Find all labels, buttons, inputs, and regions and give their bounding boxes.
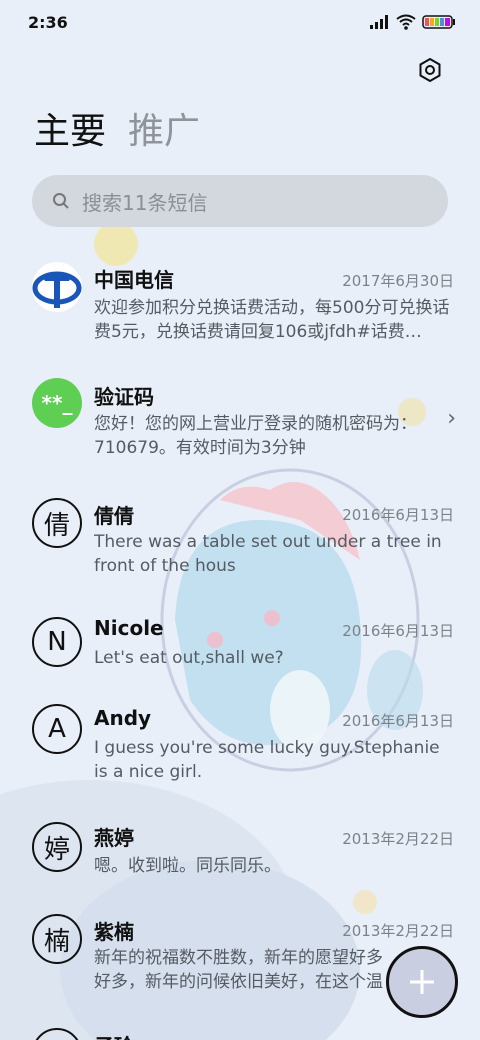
- conversation-date: 2016年6月13日: [342, 712, 454, 730]
- conversation-name: 子玲: [94, 1030, 134, 1040]
- conversation-date: 2013年2月22日: [342, 830, 454, 848]
- conversation-preview: I guess you're some lucky guy.Stephanie …: [94, 738, 440, 782]
- conversation-name: Andy: [94, 706, 152, 730]
- conversation-preview: 嗯。收到啦。同乐同乐。: [94, 856, 281, 876]
- conversation-row[interactable]: **_ 验证码 您好！您的网上营业厅登录的随机密码为：710679。有效时间为3…: [0, 368, 480, 480]
- conversation-name: 紫楠: [94, 920, 134, 944]
- tab-bar: 主要 推广: [34, 108, 200, 156]
- conversation-row[interactable]: 中国电信 2017年6月30日 欢迎参加积分兑换话费活动，每500分可兑换话费5…: [0, 250, 480, 362]
- avatar: A: [32, 704, 82, 754]
- plus-icon: [410, 970, 434, 994]
- tab-promotions[interactable]: 推广: [128, 108, 200, 156]
- avatar: **_: [32, 378, 82, 428]
- settings-button[interactable]: [414, 54, 446, 86]
- avatar: 楠: [32, 914, 82, 964]
- conversation-row[interactable]: N Nicole 2016年6月13日 Let's eat out,shall …: [0, 610, 480, 696]
- chevron-right-icon[interactable]: ›: [447, 406, 456, 431]
- conversation-row[interactable]: 婷 燕婷 2013年2月22日 嗯。收到啦。同乐同乐。: [0, 822, 480, 908]
- signal-icon: [370, 15, 388, 29]
- avatar: N: [32, 617, 82, 667]
- wifi-icon: [396, 14, 416, 30]
- conversation-name: 倩倩: [94, 504, 134, 528]
- china-telecom-logo: [32, 262, 82, 312]
- conversation-name: 验证码: [94, 385, 154, 409]
- conversation-row[interactable]: 子玲: [0, 1028, 480, 1040]
- conversation-preview: 您好！您的网上营业厅登录的随机密码为：710679。有效时间为3分钟: [94, 414, 417, 458]
- conversation-row[interactable]: 倩 倩倩 2016年6月13日 There was a table set ou…: [0, 486, 480, 598]
- conversation-name: Nicole: [94, 616, 164, 640]
- conversation-name: 中国电信: [94, 268, 174, 292]
- search-bar[interactable]: 搜索11条短信: [32, 175, 448, 227]
- conversation-date: 2013年2月22日: [342, 922, 454, 940]
- conversation-preview: Let's eat out,shall we?: [94, 648, 284, 668]
- conversation-date: 2017年6月30日: [342, 272, 454, 290]
- settings-icon: [419, 58, 441, 82]
- status-bar: 2:36: [0, 0, 480, 44]
- search-icon: [53, 193, 69, 209]
- avatar: 倩: [32, 498, 82, 548]
- conversation-preview: 新年的祝福数不胜数，新年的愿望好多好多，新年的问候依旧美好，在这个温馨的时刻: [94, 948, 383, 992]
- search-placeholder: 搜索11条短信: [82, 190, 208, 215]
- telecom-logo-icon: [32, 263, 82, 311]
- tab-primary[interactable]: 主要: [34, 108, 106, 156]
- conversation-row[interactable]: A Andy 2016年6月13日 I guess you're some lu…: [0, 704, 480, 816]
- conversation-name: 燕婷: [94, 826, 134, 850]
- status-icons: [370, 14, 456, 30]
- compose-button[interactable]: [386, 946, 458, 1018]
- avatar: 婷: [32, 822, 82, 872]
- conversation-date: 2016年6月13日: [342, 622, 454, 640]
- conversation-date: 2016年6月13日: [342, 506, 454, 524]
- avatar: [32, 1028, 82, 1040]
- conversation-preview: 欢迎参加积分兑换话费活动，每500分可兑换话费5元，兑换话费请回复106或jfd…: [94, 298, 450, 342]
- battery-icon: [422, 15, 455, 29]
- conversation-preview: There was a table set out under a tree i…: [94, 532, 442, 576]
- status-time: 2:36: [28, 12, 68, 32]
